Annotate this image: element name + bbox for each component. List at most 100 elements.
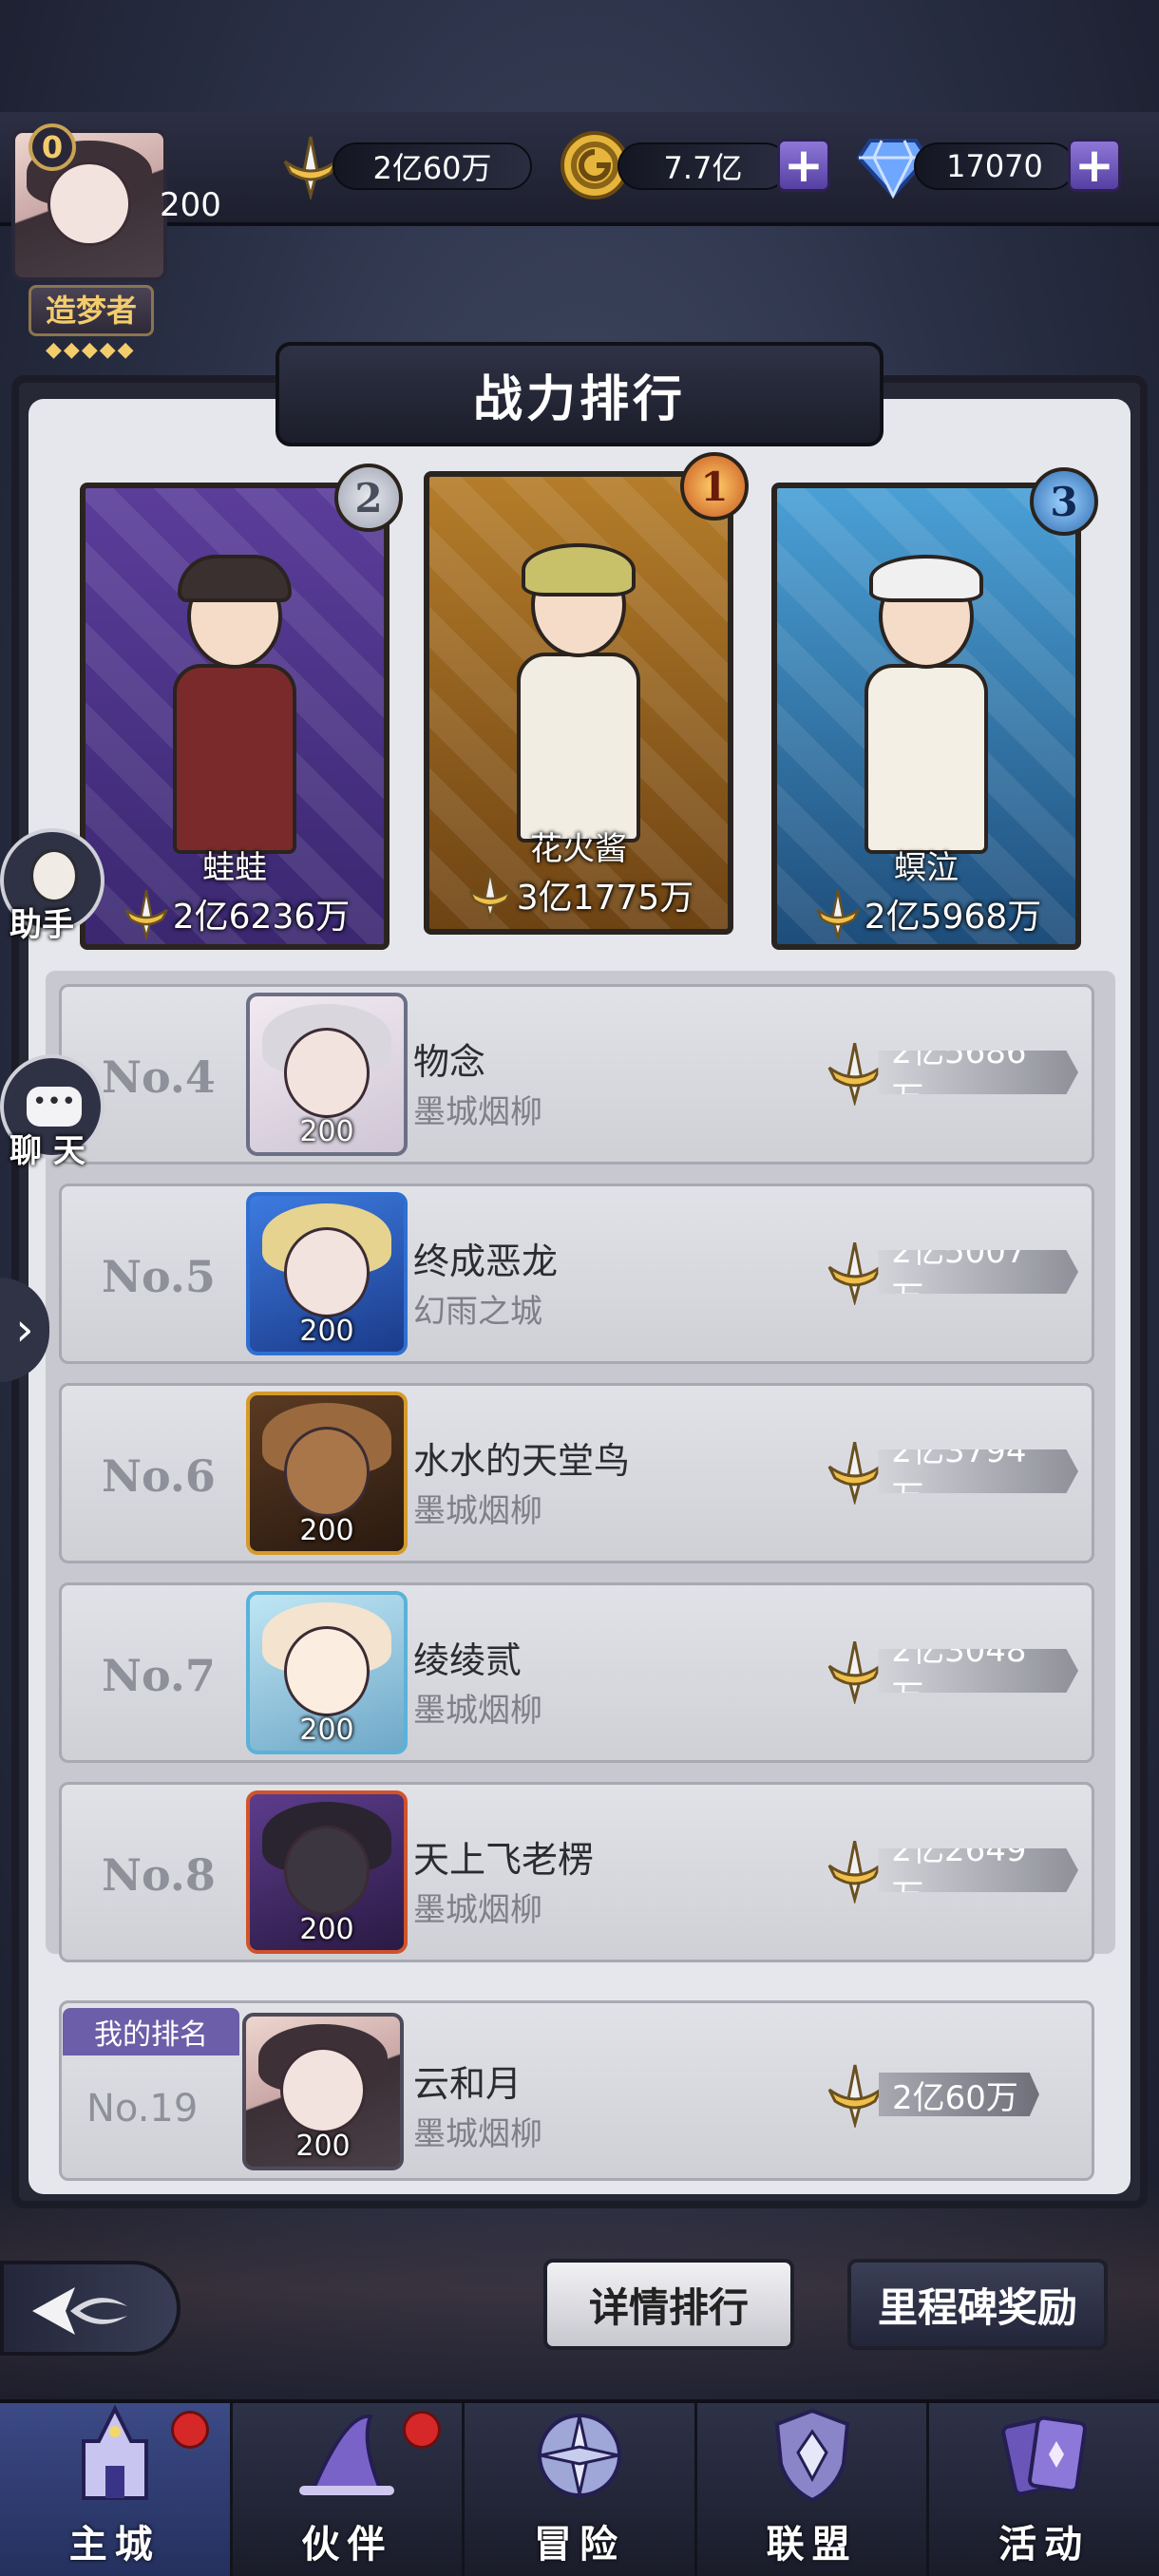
podium-card-rank-3[interactable]: 螟泣 2亿5968万 xyxy=(771,483,1081,950)
podium-power-value: 2亿6236万 xyxy=(172,898,351,937)
power-value: 2亿3794万 xyxy=(878,1449,1078,1493)
power-sword-icon xyxy=(827,2064,883,2128)
nav-tab-adventure[interactable]: 冒险 xyxy=(465,2403,697,2576)
face-shape xyxy=(48,161,131,246)
avatar-level: 200 xyxy=(295,2130,351,2163)
power-badge: 2亿5686万 xyxy=(822,1042,1078,1106)
add-diamond-button[interactable]: + xyxy=(1068,139,1121,192)
podium-name: 螟泣 xyxy=(894,849,959,887)
title-stars: ◆◆◆◆◆ xyxy=(46,338,136,362)
shield-icon xyxy=(774,2408,849,2503)
face-shape xyxy=(283,1426,370,1517)
nav-tab-alliance[interactable]: 联盟 xyxy=(697,2403,930,2576)
podium-card-rank-2[interactable]: 蛙蛙 2亿6236万 xyxy=(80,483,390,950)
chat-label: 聊 天 xyxy=(10,1132,86,1170)
power-value: 2亿5686万 xyxy=(878,1051,1078,1094)
notification-dot xyxy=(170,2411,209,2449)
rank-3-medal: 3 xyxy=(1030,467,1098,536)
player-name: 绫绫贰 xyxy=(413,1639,522,1681)
bottom-navigation: 主城 伙伴 冒险 联盟 活动 xyxy=(0,2399,1159,2576)
gold-value: 7.7亿 xyxy=(663,150,743,186)
podium-card-rank-1[interactable]: 花火酱 3亿1775万 xyxy=(424,471,733,935)
rank-number: No.4 xyxy=(102,1051,216,1103)
figure-body xyxy=(517,653,640,843)
guild-name: 墨城烟柳 xyxy=(413,1692,542,1730)
gold-display: 7.7亿 xyxy=(618,142,788,190)
ranking-row[interactable]: No.6 200 水水的天堂鸟 墨城烟柳 2亿3794万 xyxy=(59,1383,1094,1563)
character-figure xyxy=(841,555,1012,868)
figure-hair xyxy=(869,555,983,602)
player-name: 水水的天堂鸟 xyxy=(413,1440,631,1482)
nav-label: 活动 xyxy=(998,2522,1091,2567)
castle-icon xyxy=(81,2404,148,2500)
face-shape xyxy=(279,2046,367,2134)
wizard-hat-icon xyxy=(299,2414,395,2495)
player-avatar[interactable]: 200 xyxy=(246,993,408,1156)
nav-label: 主城 xyxy=(68,2522,161,2567)
milestone-reward-button[interactable]: 里程碑奖励 xyxy=(847,2259,1108,2350)
power-value: 2亿60万 xyxy=(879,2073,1039,2116)
nav-label: 联盟 xyxy=(766,2522,858,2567)
add-gold-button[interactable]: + xyxy=(777,139,830,192)
power-value: 2亿3048万 xyxy=(878,1649,1078,1693)
player-avatar[interactable]: 200 xyxy=(246,1591,408,1754)
rank-number: No.8 xyxy=(102,1849,216,1901)
figure-body xyxy=(864,664,988,854)
power-badge: 2亿3048万 xyxy=(822,1640,1078,1704)
compass-icon xyxy=(537,2414,621,2497)
ranking-row[interactable]: No.4 200 物念 墨城烟柳 2亿5686万 xyxy=(59,984,1094,1165)
ranking-row[interactable]: No.8 200 天上飞老楞 墨城烟柳 2亿2649万 xyxy=(59,1782,1094,1962)
power-sword-icon xyxy=(827,1840,882,1904)
back-button[interactable] xyxy=(0,2261,180,2356)
figure-hat xyxy=(178,555,292,602)
guild-name: 幻雨之城 xyxy=(413,1293,542,1331)
title-badge: 造梦者 xyxy=(28,285,154,336)
podium-power-value: 3亿1775万 xyxy=(516,879,694,918)
assistant-icon xyxy=(30,849,78,902)
power-badge: 2亿3794万 xyxy=(822,1441,1078,1505)
podium-name: 花火酱 xyxy=(530,830,627,868)
nav-label: 冒险 xyxy=(533,2522,625,2567)
player-name: 终成恶龙 xyxy=(413,1241,559,1282)
detail-ranking-button[interactable]: 详情排行 xyxy=(543,2259,794,2350)
ranking-row[interactable]: No.7 200 绫绫贰 墨城烟柳 2亿3048万 xyxy=(59,1582,1094,1763)
player-name: 物念 xyxy=(413,1041,486,1083)
rank-number: No.6 xyxy=(102,1450,216,1502)
power-sword-icon xyxy=(816,889,860,940)
nav-tab-events[interactable]: 活动 xyxy=(929,2403,1159,2576)
figure-body xyxy=(173,664,296,854)
guild-name: 墨城烟柳 xyxy=(413,1492,542,1530)
guild-name: 墨城烟柳 xyxy=(413,1093,542,1131)
ranking-row[interactable]: No.5 200 终成恶龙 幻雨之城 2亿5007万 xyxy=(59,1184,1094,1364)
player-avatar[interactable]: 200 xyxy=(242,2013,404,2170)
player-count: 200 xyxy=(160,186,221,224)
player-avatar[interactable]: 200 xyxy=(246,1192,408,1355)
notification-dot xyxy=(403,2411,442,2449)
assistant-label: 助手 xyxy=(10,906,74,944)
power-display: 2亿60万 xyxy=(332,142,532,190)
chat-bubble-icon: ••• xyxy=(27,1087,82,1127)
face-shape xyxy=(283,1625,370,1716)
podium-power-value: 2亿5968万 xyxy=(864,898,1042,937)
avatar-level: 200 xyxy=(299,1913,354,1946)
power-sword-icon xyxy=(468,870,512,921)
panel-title: 战力排行 xyxy=(276,342,884,446)
medal-number: 1 xyxy=(700,463,729,510)
rank-number: No.7 xyxy=(102,1650,216,1701)
player-avatar[interactable]: 200 xyxy=(246,1790,408,1954)
back-arrow-icon xyxy=(32,2287,127,2335)
avatar-level: 200 xyxy=(299,1115,354,1148)
diamond-display: 17070 xyxy=(914,142,1075,190)
podium-power: 2亿5968万 xyxy=(777,887,1075,940)
power-sword-icon xyxy=(827,1640,882,1704)
face-shape xyxy=(283,1226,370,1317)
podium-power: 2亿6236万 xyxy=(86,887,384,940)
player-avatar[interactable]: 200 xyxy=(246,1392,408,1555)
rank-1-medal: 1 xyxy=(680,452,749,521)
power-badge: 2亿60万 xyxy=(822,2064,1078,2128)
rank-2-medal: 2 xyxy=(334,464,403,532)
guild-name: 墨城烟柳 xyxy=(413,2115,542,2153)
nav-tab-partners[interactable]: 伙伴 xyxy=(233,2403,466,2576)
nav-tab-main-city[interactable]: 主城 xyxy=(0,2403,233,2576)
power-badge: 2亿5007万 xyxy=(822,1241,1078,1305)
